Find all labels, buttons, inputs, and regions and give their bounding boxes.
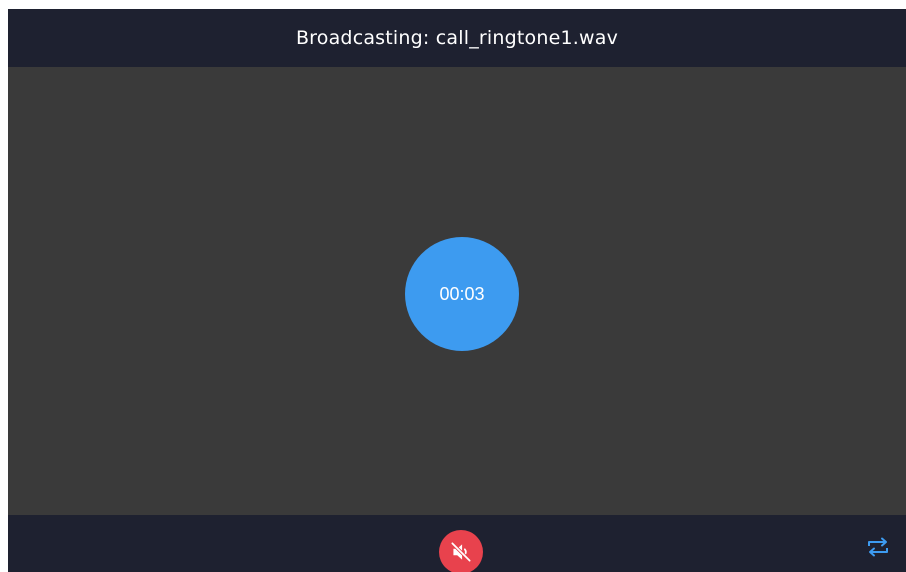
- broadcast-title: Broadcasting: call_ringtone1.wav: [295, 27, 619, 49]
- speaker-muted-icon: [448, 539, 474, 565]
- header-bar: Broadcasting: call_ringtone1.wav: [8, 9, 906, 67]
- broadcast-content: 00:03: [8, 67, 906, 515]
- footer-bar: [8, 515, 906, 572]
- broadcast-screen: Broadcasting: call_ringtone1.wav 00:03: [8, 9, 906, 572]
- timer-circle: 00:03: [405, 237, 519, 351]
- repeat-button[interactable]: [864, 533, 892, 561]
- repeat-icon: [865, 536, 891, 558]
- mute-button[interactable]: [439, 530, 483, 572]
- elapsed-time: 00:03: [439, 283, 485, 304]
